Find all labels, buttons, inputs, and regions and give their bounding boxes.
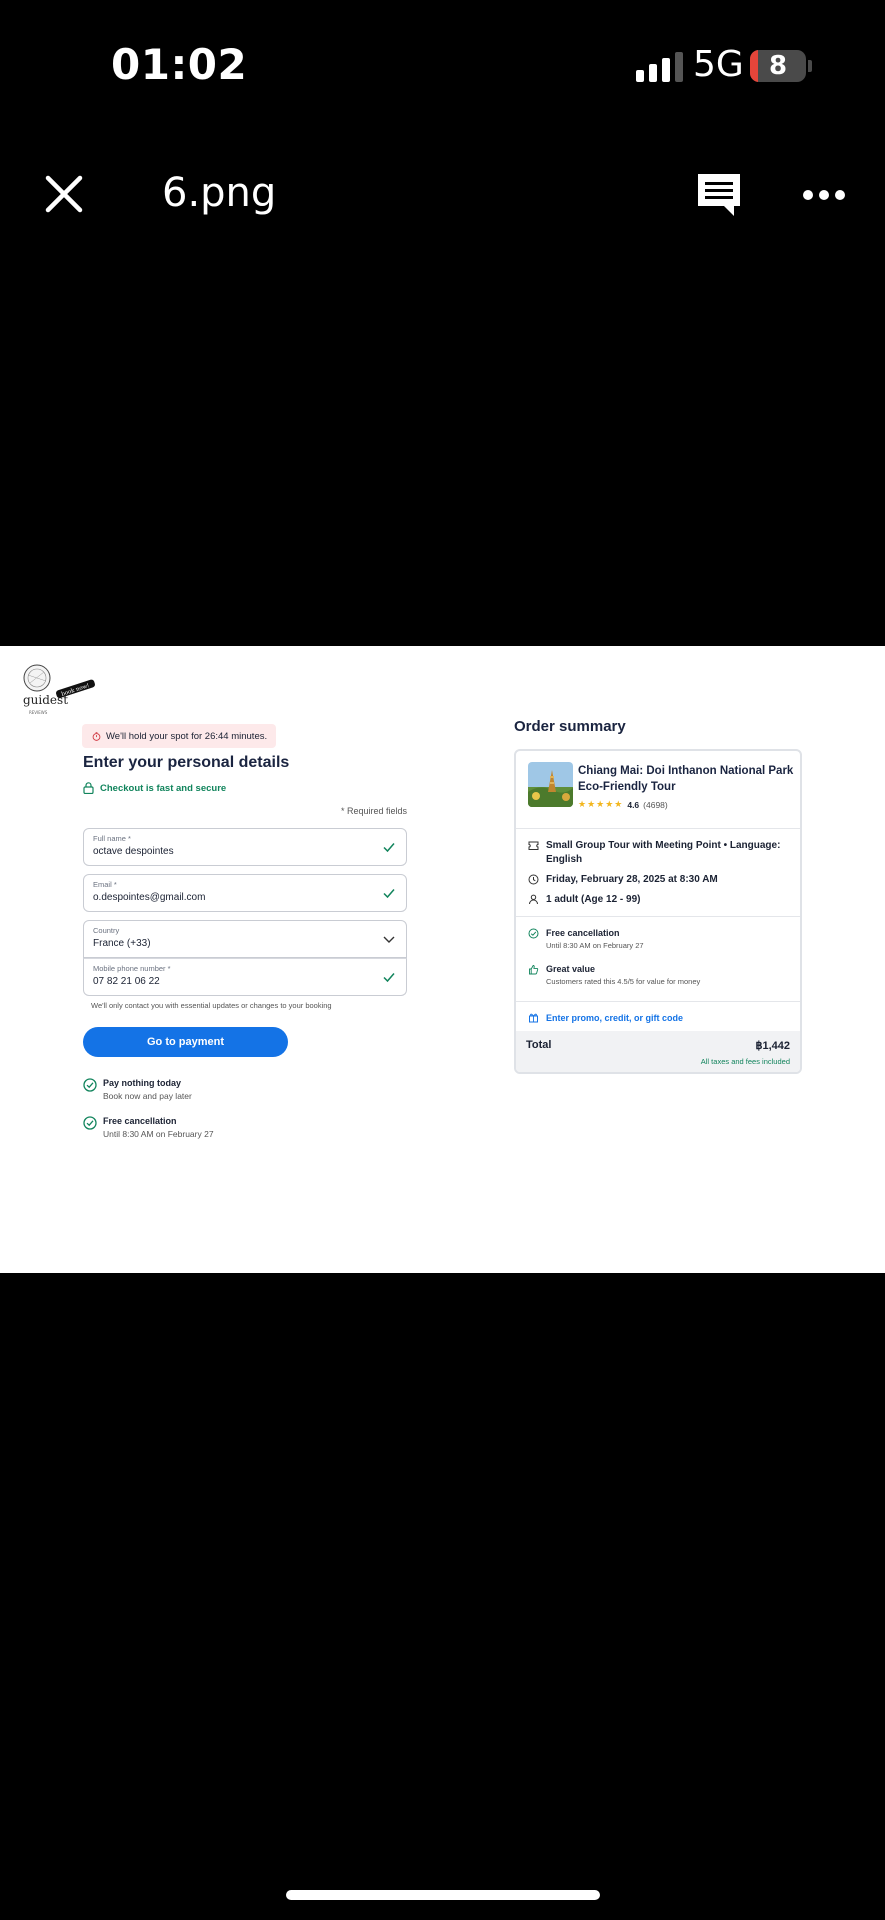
email-field[interactable]: Email * o.despointes@gmail.com xyxy=(83,874,407,912)
more-icon-dot xyxy=(835,190,845,200)
contact-note: We'll only contact you with essential up… xyxy=(91,1001,332,1010)
star-rating-icon: ★★★★★ xyxy=(578,800,624,810)
date-text: Friday, February 28, 2025 at 8:30 AM xyxy=(546,874,718,885)
comment-button[interactable] xyxy=(694,170,744,220)
comment-icon xyxy=(698,174,740,216)
cellular-signal-icon xyxy=(636,52,683,82)
battery-icon: 8 xyxy=(750,50,806,82)
required-fields-note: * Required fields xyxy=(340,806,407,816)
perk-subtitle: Book now and pay later xyxy=(103,1091,192,1101)
promo-code-link[interactable]: Enter promo, credit, or gift code xyxy=(528,1012,683,1023)
secure-checkout-note: Checkout is fast and secure xyxy=(83,782,226,794)
hold-notice: We'll hold your spot for 26:44 minutes. xyxy=(82,724,276,748)
check-circle-icon xyxy=(528,928,539,939)
person-icon xyxy=(529,894,538,905)
check-circle-icon xyxy=(83,1116,97,1130)
perk-subtitle: Until 8:30 AM on February 27 xyxy=(103,1129,214,1139)
participants-text: 1 adult (Age 12 - 99) xyxy=(546,894,641,905)
tour-rating: ★★★★★ 4.6 (4698) xyxy=(578,800,668,810)
check-icon xyxy=(383,889,395,899)
lock-icon xyxy=(83,782,94,794)
close-button[interactable] xyxy=(42,172,86,216)
perk-title: Pay nothing today xyxy=(103,1078,182,1088)
review-count: (4698) xyxy=(643,800,668,810)
close-icon xyxy=(45,175,83,213)
thumbs-up-icon xyxy=(529,965,539,975)
divider xyxy=(516,828,800,829)
tour-thumbnail xyxy=(528,762,573,807)
full-name-field[interactable]: Full name * octave despointes xyxy=(83,828,407,866)
participants-detail: 1 adult (Age 12 - 99) xyxy=(528,893,796,907)
battery-level: 8 xyxy=(768,51,788,81)
benefit-subtitle: Customers rated this 4.5/5 for value for… xyxy=(546,977,701,986)
benefit-great-value: Great value Customers rated this 4.5/5 f… xyxy=(528,964,700,986)
check-icon xyxy=(383,843,395,853)
total-label: Total xyxy=(526,1039,552,1051)
promo-code-text[interactable]: Enter promo, credit, or gift code xyxy=(546,1013,683,1023)
home-indicator[interactable] xyxy=(286,1890,600,1900)
email-value[interactable]: o.despointes@gmail.com xyxy=(93,892,205,903)
total-section: Total ฿1,442 All taxes and fees included xyxy=(516,1031,800,1072)
guidest-logo: guidest book now! REVIEWS xyxy=(20,661,104,719)
hold-notice-text: We'll hold your spot for 26:44 minutes. xyxy=(106,730,268,742)
tour-title[interactable]: Chiang Mai: Doi Inthanon National Park E… xyxy=(578,763,794,795)
taxes-note: All taxes and fees included xyxy=(700,1057,790,1066)
chevron-down-icon xyxy=(383,936,395,943)
phone-field[interactable]: Mobile phone number * 07 82 21 06 22 xyxy=(83,958,407,996)
ticket-icon xyxy=(528,841,539,850)
secure-checkout-text: Checkout is fast and secure xyxy=(100,782,227,794)
benefit-title: Free cancellation xyxy=(546,928,620,938)
rating-value: 4.6 xyxy=(627,800,640,810)
phone-label: Mobile phone number * xyxy=(93,964,171,973)
benefit-free-cancellation: Free cancellation Until 8:30 AM on Febru… xyxy=(528,928,644,950)
timer-icon xyxy=(92,731,101,741)
perk-pay-later: Pay nothing today Book now and pay later xyxy=(83,1078,192,1101)
svg-text:REVIEWS: REVIEWS xyxy=(29,710,48,715)
option-detail: Small Group Tour with Meeting Point • La… xyxy=(528,839,796,867)
date-detail: Friday, February 28, 2025 at 8:30 AM xyxy=(528,873,796,887)
country-label: Country xyxy=(93,926,120,935)
gift-icon xyxy=(529,1013,538,1023)
status-time: 01:02 xyxy=(111,40,248,89)
benefit-title: Great value xyxy=(546,964,596,974)
check-circle-icon xyxy=(83,1078,97,1092)
country-value[interactable]: France (+33) xyxy=(93,938,151,949)
full-name-label: Full name * xyxy=(93,834,131,843)
order-summary-title: Order summary xyxy=(514,718,626,735)
network-type: 5G xyxy=(693,44,744,85)
benefit-subtitle: Until 8:30 AM on February 27 xyxy=(546,941,644,950)
phone-value[interactable]: 07 82 21 06 22 xyxy=(93,976,160,987)
battery-tip xyxy=(808,60,812,72)
file-title: 6.png xyxy=(162,170,277,216)
full-name-value[interactable]: octave despointes xyxy=(93,846,174,857)
more-button[interactable] xyxy=(803,180,845,210)
check-icon xyxy=(383,973,395,983)
more-icon-dot xyxy=(803,190,813,200)
email-label: Email * xyxy=(93,880,117,889)
order-summary-card: Chiang Mai: Doi Inthanon National Park E… xyxy=(514,749,802,1074)
perk-free-cancellation: Free cancellation Until 8:30 AM on Febru… xyxy=(83,1116,214,1139)
screenshot-image: guidest book now! REVIEWS We'll hold you… xyxy=(0,646,885,1273)
page-title: Enter your personal details xyxy=(83,754,290,771)
perk-title: Free cancellation xyxy=(103,1116,177,1126)
country-select[interactable]: Country France (+33) xyxy=(83,920,407,958)
divider xyxy=(516,916,800,917)
clock-icon xyxy=(528,874,539,885)
option-text: Small Group Tour with Meeting Point • La… xyxy=(546,840,781,865)
more-icon-dot xyxy=(819,190,829,200)
total-value: ฿1,442 xyxy=(755,1040,790,1052)
go-to-payment-button[interactable]: Go to payment xyxy=(83,1027,288,1057)
divider xyxy=(516,1001,800,1002)
